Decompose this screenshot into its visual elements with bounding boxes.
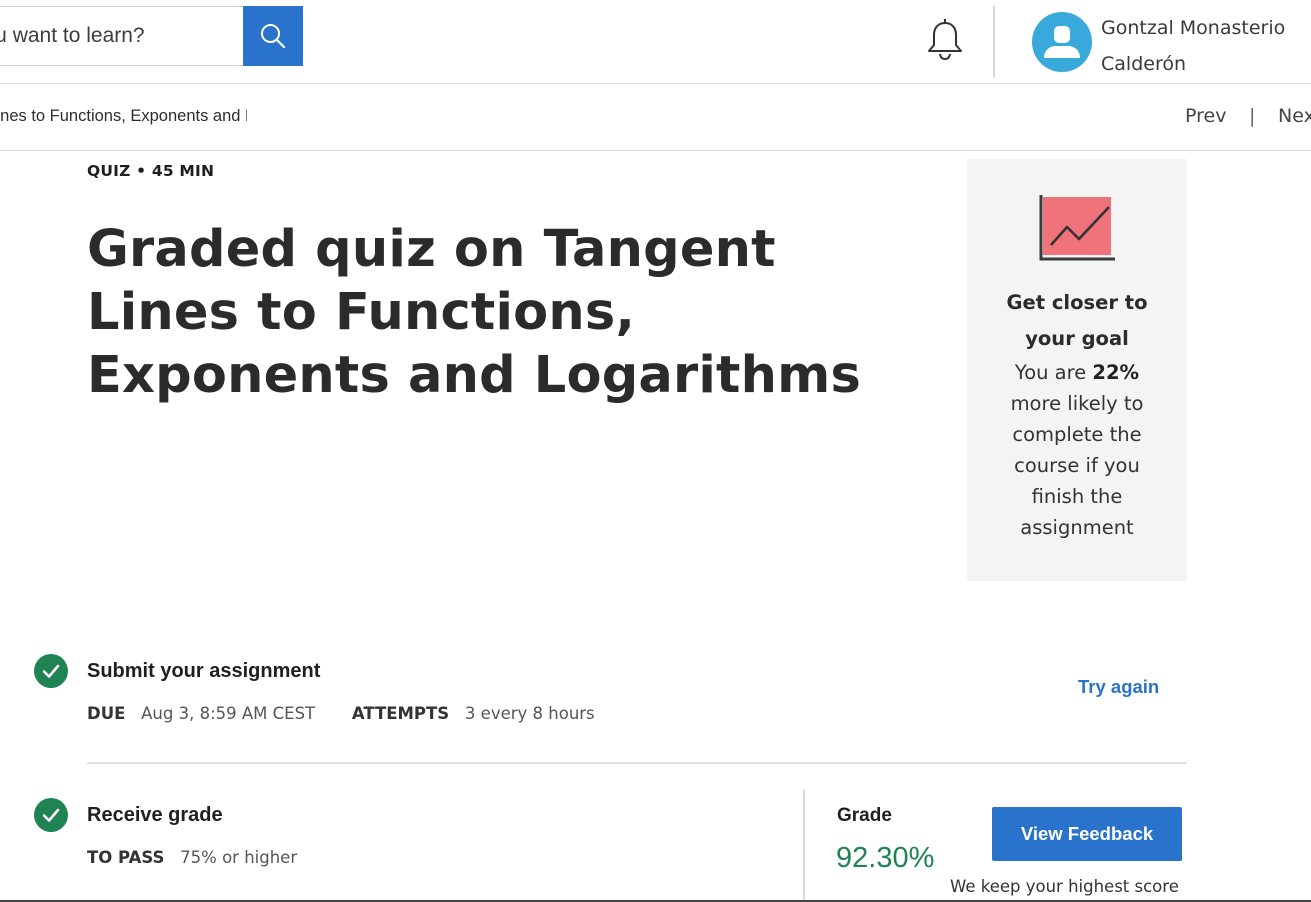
step-complete-badge: [34, 798, 68, 832]
user-name[interactable]: Gontzal Monasterio Calderón: [1101, 10, 1311, 82]
goal-text-after: more likely to complete the course if yo…: [1010, 392, 1144, 539]
search-button[interactable]: [243, 6, 303, 66]
check-icon: [42, 808, 60, 822]
grade-value: 92.30%: [836, 842, 935, 874]
to-pass-value: 75% or higher: [180, 848, 298, 867]
submit-step-details: DUE Aug 3, 8:59 AM CEST ATTEMPTS 3 every…: [87, 704, 595, 723]
attempts-value: 3 every 8 hours: [464, 704, 595, 723]
breadcrumb-text: Tangent Lines to Functions, Exponents an…: [0, 107, 247, 125]
to-pass-key: TO PASS: [87, 848, 165, 867]
submit-step-title: Submit your assignment: [87, 660, 321, 682]
highest-score-note: We keep your highest score: [950, 877, 1179, 896]
check-icon: [42, 664, 60, 678]
due-value: Aug 3, 8:59 AM CEST: [141, 704, 316, 723]
section-divider: [87, 762, 1187, 764]
next-link[interactable]: Next: [1278, 105, 1311, 127]
grade-divider: [803, 789, 805, 902]
header-divider: [993, 6, 995, 78]
assignment-meta: QUIZ • 45 MIN: [87, 162, 215, 180]
page-title: Graded quiz on Tangent Lines to Function…: [87, 220, 862, 405]
due-key: DUE: [87, 704, 126, 723]
notifications-button[interactable]: [925, 18, 965, 62]
attempts-key: ATTEMPTS: [351, 704, 450, 723]
course-nav: Tangent Lines to Functions, Exponents an…: [0, 85, 1311, 151]
prev-link[interactable]: Prev: [1185, 105, 1226, 127]
step-complete-badge: [34, 654, 68, 688]
search-input-text: you want to learn?: [0, 24, 145, 47]
user-icon: [1044, 26, 1080, 58]
grade-label: Grade: [837, 805, 892, 826]
goal-text: You are 22% more likely to complete the …: [967, 357, 1187, 543]
nav-separator: |: [1249, 105, 1256, 127]
bell-icon: [928, 19, 962, 61]
try-again-link[interactable]: Try again: [1078, 676, 1159, 698]
chart-icon: [1039, 195, 1115, 261]
goal-heading: Get closer to your goal: [1006, 291, 1148, 350]
grade-step-details: TO PASS 75% or higher: [87, 848, 297, 867]
search-input[interactable]: you want to learn?: [0, 6, 243, 66]
avatar[interactable]: [1032, 12, 1092, 72]
view-feedback-button[interactable]: View Feedback: [992, 807, 1182, 861]
breadcrumb[interactable]: Tangent Lines to Functions, Exponents an…: [0, 107, 247, 126]
goal-text-before: You are: [1014, 361, 1093, 384]
goal-card: Get closer to your goal You are 22% more…: [967, 159, 1187, 581]
search-icon: [261, 24, 286, 49]
goal-highlight: 22%: [1092, 361, 1140, 384]
grade-step-title: Receive grade: [87, 804, 223, 826]
top-header: you want to learn? Gontzal Monasterio Ca…: [0, 0, 1311, 84]
